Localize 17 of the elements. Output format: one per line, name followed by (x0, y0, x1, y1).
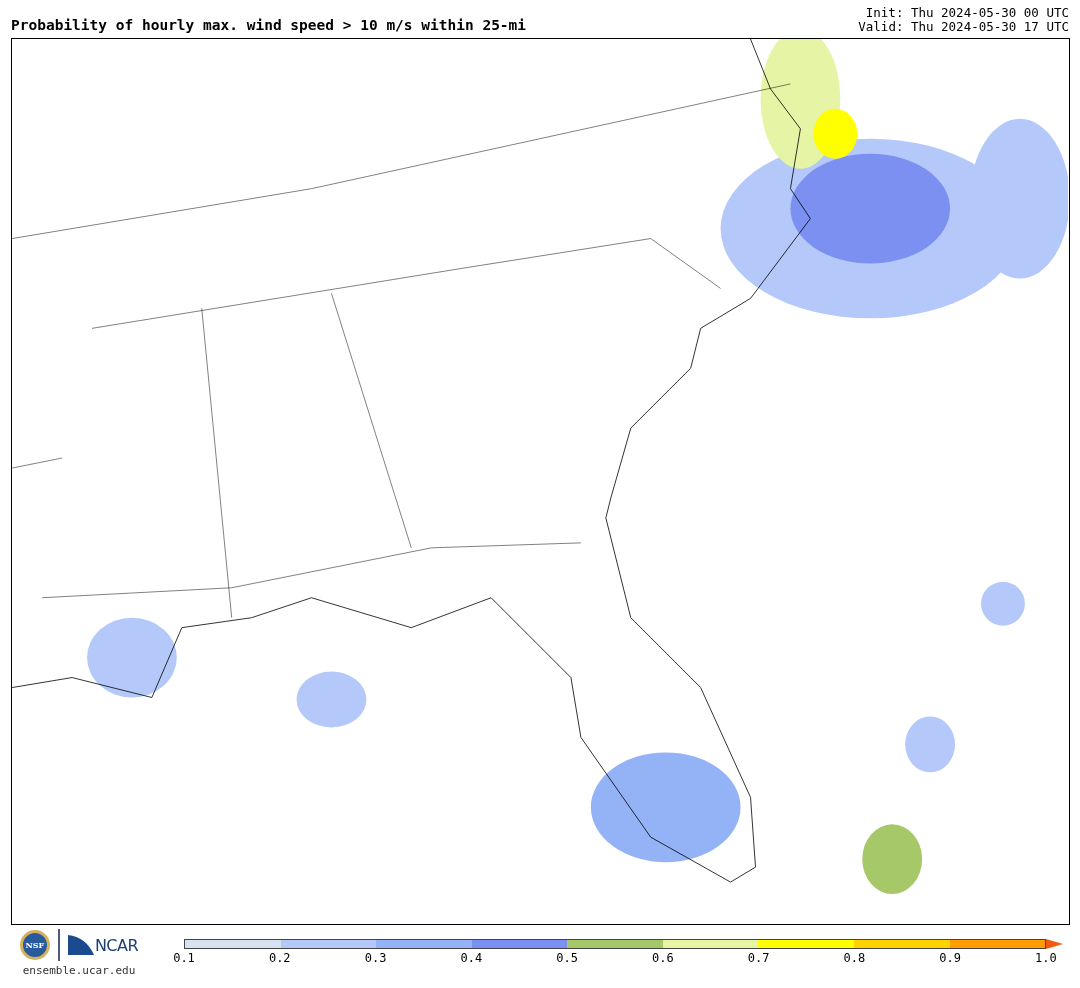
colorbar-tick-label: 0.3 (363, 951, 388, 965)
colorbar-tick-label: 0.9 (938, 951, 962, 965)
map-title: Probability of hourly max. wind speed > 10 m/s within 25-mi (11, 16, 527, 34)
colorbar-tick-label: 0.2 (267, 951, 292, 965)
colorbar-tick-label: 0.7 (746, 951, 771, 965)
valid-time: Valid: Thu 2024-05-30 17 UTC (858, 20, 1069, 34)
colorbar-tick-label: 0.8 (842, 951, 867, 965)
colorbar-tick-label: 1.0 (1034, 951, 1058, 965)
nsf-logo: NSF (19, 930, 50, 960)
ncar-logo-text: NCAR (94, 936, 139, 955)
colorbar-tick-label: 0.5 (555, 951, 579, 965)
init-time: Init: Thu 2024-05-30 00 UTC (865, 6, 1069, 20)
swoosh-icon (67, 935, 94, 955)
colorbar-tick-label: 0.4 (459, 951, 484, 965)
website-url: ensemble.ucar.edu (22, 964, 136, 977)
colorbar-tick-label: 0.6 (651, 951, 675, 965)
colorbar-tick-label: 0.1 (172, 951, 196, 965)
